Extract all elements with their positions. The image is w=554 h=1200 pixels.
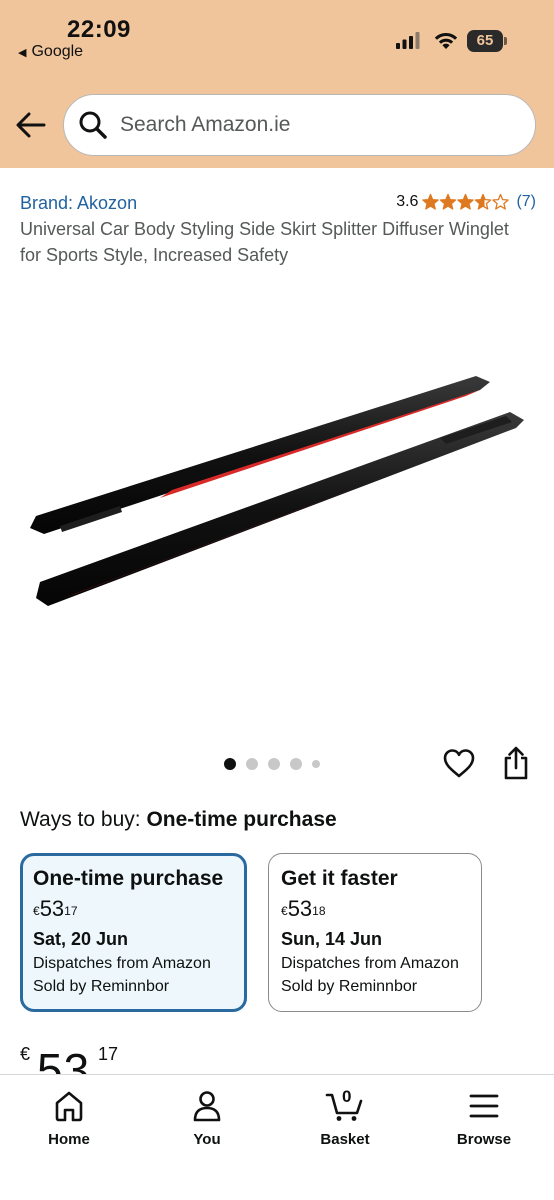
rating-star [457,193,475,210]
option-dispatch: Dispatches from Amazon [33,955,211,972]
nav-browse[interactable]: Browse [434,1089,534,1148]
option-price: €5318 [281,896,326,921]
option-dispatch: Dispatches from Amazon [281,955,459,972]
share-icon[interactable] [500,745,532,781]
nav-browse-label: Browse [456,1131,512,1148]
signal-icon [396,32,420,49]
battery-level: 65 [476,32,494,49]
rating-star [422,193,440,210]
rating-star [492,193,510,210]
rating-count: (7) [516,193,536,210]
search-input[interactable]: Search Amazon.ie [63,94,536,156]
rating-star [475,193,492,210]
search-icon [79,111,107,139]
carousel-dot[interactable] [268,758,280,770]
nav-home[interactable]: Home [19,1089,119,1148]
back-arrow-icon[interactable] [14,108,48,142]
option-price: €5317 [33,896,78,921]
carousel-dot[interactable] [224,758,236,770]
back-to-app[interactable]: ◀ Google [18,43,83,61]
image-carousel-dots [224,758,320,770]
search-placeholder: Search Amazon.ie [120,113,291,136]
option-title: Get it faster [281,867,398,890]
brand-rating-row: Brand: Akozon 3.6 (7) [20,191,536,217]
rating[interactable]: 3.6 (7) [396,193,536,211]
nav-basket-label: Basket [320,1131,370,1148]
star-rating-icon [422,193,510,210]
wishlist-heart-icon[interactable] [442,747,476,781]
option-title: One-time purchase [33,867,224,890]
nav-basket[interactable]: 0 Basket [295,1087,395,1148]
carousel-dot[interactable] [290,758,302,770]
brand-link[interactable]: Brand: Akozon [20,193,137,214]
back-triangle-icon: ◀ [18,46,27,59]
nav-home-label: Home [48,1131,90,1148]
wifi-icon [434,32,458,49]
carousel-dot[interactable] [312,760,320,768]
basket-count: 0 [342,1087,352,1106]
battery-icon: 65 [467,30,507,52]
home-icon [55,1091,83,1122]
bottom-nav: Home You 0 Basket Browse [0,1074,554,1200]
ways-to-buy: Ways to buy: One-time purchase [20,808,337,832]
nav-you[interactable]: You [157,1089,257,1148]
carousel-dot[interactable] [246,758,258,770]
option-seller: Sold by Reminnbor [33,978,170,995]
nav-you-label: You [193,1131,221,1148]
buy-option-faster[interactable]: Get it faster €5318 Sun, 14 Jun Dispatch… [268,853,482,1012]
product-image[interactable] [0,330,554,630]
person-icon [193,1091,221,1122]
product-title: Universal Car Body Styling Side Skirt Sp… [20,219,509,265]
back-app-label: Google [31,43,84,60]
buy-option-one-time[interactable]: One-time purchase €5317 Sat, 20 Jun Disp… [20,853,247,1012]
header: 22:09 ◀ Google 65 Search Amazon.ie [0,0,554,168]
ways-to-buy-selected: One-time purchase [146,808,337,831]
rating-value: 3.6 [396,193,419,210]
option-delivery-date: Sat, 20 Jun [33,929,129,949]
rating-star [440,193,457,210]
status-time: 22:09 [67,16,131,43]
option-delivery-date: Sun, 14 Jun [281,929,383,949]
menu-icon [469,1094,499,1118]
option-seller: Sold by Reminnbor [281,978,418,995]
ways-to-buy-label: Ways to buy: [20,808,141,831]
